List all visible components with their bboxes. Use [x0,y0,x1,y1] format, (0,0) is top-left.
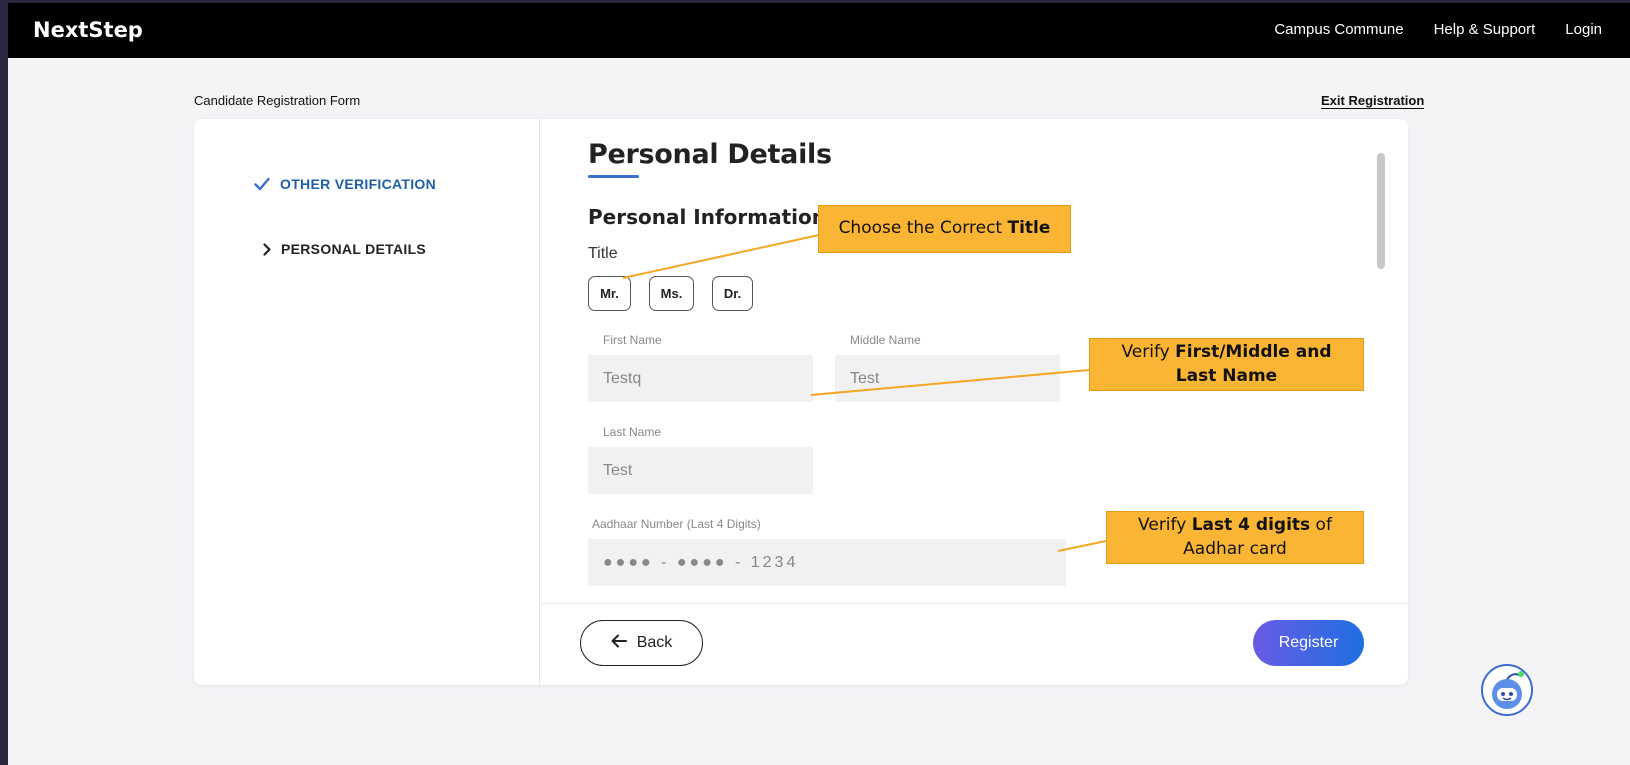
step-label: PERSONAL DETAILS [281,241,427,257]
title-ms-button[interactable]: Ms. [649,276,694,311]
callout-name-bold-1: First/Middle and [1175,341,1332,362]
middle-name-input[interactable] [835,355,1060,402]
callout-aadhaar-bold: Last 4 digits [1191,514,1311,535]
registration-card: OTHER VERIFICATION PERSONAL DETAILS Pers… [194,119,1408,685]
last-name-input[interactable] [588,447,813,494]
nav-login[interactable]: Login [1565,21,1602,38]
robot-icon [1492,671,1524,709]
first-name-input[interactable] [588,355,813,402]
aadhaar-label: Aadhaar Number (Last 4 Digits) [592,517,761,531]
page-heading: Personal Details [588,139,832,170]
chatbot-button[interactable] [1481,664,1533,716]
aadhaar-input[interactable] [588,539,1066,586]
form-title: Candidate Registration Form [194,93,361,108]
steps-sidebar: OTHER VERIFICATION PERSONAL DETAILS [194,119,540,685]
nav-help-support[interactable]: Help & Support [1434,21,1536,38]
step-personal-details[interactable]: PERSONAL DETAILS [263,241,426,257]
callout-title-text: Choose the Correct [838,218,1003,239]
chevron-right-icon [263,242,271,256]
form-footer: Back Register [541,603,1408,685]
middle-name-label: Middle Name [850,333,921,347]
callout-aadhaar-line2: Aadhar card [1183,538,1287,559]
app-window: NextStep Campus Commune Help & Support L… [8,3,1630,765]
arrow-left-icon [611,634,627,653]
check-icon [254,177,270,191]
callout-name-text: Verify [1121,341,1170,362]
last-name-label: Last Name [603,425,662,439]
callout-title-bold: Title [1007,218,1051,239]
step-label: OTHER VERIFICATION [280,176,437,192]
callout-name: Verify First/Middle and Last Name [1089,338,1364,391]
section-heading: Personal Information [588,205,826,229]
content-scrollbar[interactable] [1377,153,1385,269]
brand-logo[interactable]: NextStep [33,18,143,42]
exit-registration-link[interactable]: Exit Registration [1321,93,1425,109]
callout-name-bold-2: Last Name [1175,365,1278,386]
heading-underline [588,175,639,178]
top-navbar: NextStep Campus Commune Help & Support L… [8,3,1630,58]
register-button[interactable]: Register [1253,620,1364,666]
step-other-verification[interactable]: OTHER VERIFICATION [254,176,436,192]
back-label: Back [636,634,673,651]
top-nav: Campus Commune Help & Support Login [1274,21,1602,38]
nav-campus-commune[interactable]: Campus Commune [1274,21,1403,38]
title-mr-button[interactable]: Mr. [588,276,631,311]
callout-title: Choose the Correct Title [818,205,1071,253]
callout-aadhaar-text: Verify [1138,514,1187,535]
title-dr-button[interactable]: Dr. [712,276,753,311]
callout-aadhaar-suffix: of [1315,514,1332,535]
back-button[interactable]: Back [580,620,703,666]
first-name-label: First Name [603,333,662,347]
callout-aadhaar: Verify Last 4 digits of Aadhar card [1106,511,1364,564]
title-label: Title [588,245,618,262]
